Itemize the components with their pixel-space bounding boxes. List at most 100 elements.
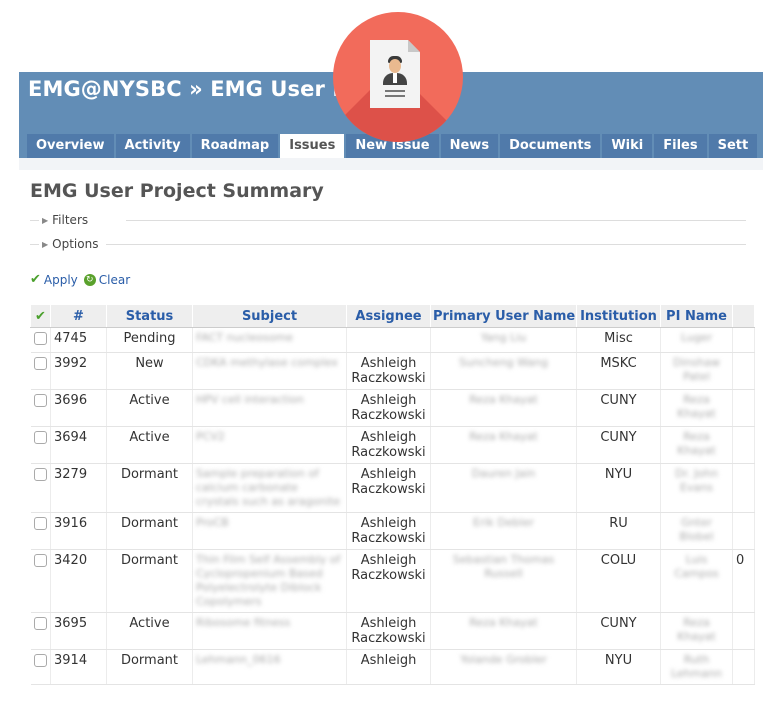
issue-status: Active [106, 426, 193, 464]
table-row[interactable]: 3916 Dormant ProCB Ashleigh Raczkowski Erik … [30, 512, 755, 550]
issue-assignee[interactable]: Ashleigh Raczkowski [346, 612, 431, 650]
user-text: Reza Khayat [469, 430, 538, 443]
issue-subject[interactable]: HPV cell interaction [192, 389, 347, 427]
subject-text[interactable]: FACT nucleosome [196, 331, 343, 345]
checkbox[interactable] [33, 332, 47, 345]
column-header[interactable]: Institution [576, 304, 661, 328]
subject-text[interactable]: PCV2 [196, 430, 343, 444]
issue-id[interactable]: 3916 [50, 512, 107, 550]
subject-text[interactable]: Lehmann_0616 [196, 653, 343, 667]
row-checkbox[interactable] [30, 612, 51, 650]
table-row[interactable]: 4745 Pending FACT nucleosome Yang Liu Misc Lu… [30, 327, 755, 353]
issue-status: Active [106, 389, 193, 427]
issue-id[interactable]: 3696 [50, 389, 107, 427]
tab-wiki[interactable]: Wiki [602, 134, 653, 158]
checkbox[interactable] [33, 468, 47, 481]
tab-files[interactable]: Files [654, 134, 707, 158]
subject-text[interactable]: HPV cell interaction [196, 393, 343, 407]
issue-assignee[interactable]: Ashleigh Raczkowski [346, 512, 431, 550]
issue-id[interactable]: 3914 [50, 649, 107, 685]
issue-status: Dormant [106, 463, 193, 513]
checkbox[interactable] [33, 357, 47, 370]
filters-fieldset: ▶ Filters [30, 213, 746, 227]
clear-button[interactable]: ↻ Clear [83, 273, 130, 287]
issue-subject[interactable]: Ribosome fitness [192, 612, 347, 650]
row-checkbox[interactable] [30, 649, 51, 685]
table-row[interactable]: 3694 Active PCV2 Ashleigh Raczkowski Reza Kh… [30, 426, 755, 464]
pi-text: Luis Campos [674, 553, 719, 580]
institution: RU [576, 512, 661, 550]
subject-text[interactable]: Sample preparation of calcium carbonate … [196, 467, 343, 509]
subject-text[interactable]: Ribosome fitness [196, 616, 343, 630]
issue-id[interactable]: 3420 [50, 549, 107, 613]
checkmark-icon: ✔ [30, 272, 41, 287]
column-header[interactable]: Subject [192, 304, 347, 328]
column-header[interactable]: Primary User Name [430, 304, 577, 328]
row-checkbox[interactable] [30, 463, 51, 513]
pi-text: Reza Khayat [677, 393, 716, 420]
subject-text[interactable]: ProCB [196, 516, 343, 530]
table-row[interactable]: 3992 New CDKA methylase complex Ashleigh Ra… [30, 352, 755, 390]
issue-assignee[interactable] [346, 327, 431, 353]
checkbox[interactable] [33, 431, 47, 444]
issue-subject[interactable]: PCV2 [192, 426, 347, 464]
user-text: Reza Khayat [469, 616, 538, 629]
row-checkbox[interactable] [30, 549, 51, 613]
column-header[interactable]: Status [106, 304, 193, 328]
issue-subject[interactable]: Sample preparation of calcium carbonate … [192, 463, 347, 513]
table-row[interactable]: 3279 Dormant Sample preparation of calcium… [30, 463, 755, 513]
issue-id[interactable]: 3279 [50, 463, 107, 513]
checkbox[interactable] [33, 654, 47, 667]
table-row[interactable]: 3914 Dormant Lehmann_0616 Ashleigh Yolande G… [30, 649, 755, 685]
table-row[interactable]: 3695 Active Ribosome fitness Ashleigh Raczk… [30, 612, 755, 650]
issue-subject[interactable]: FACT nucleosome [192, 327, 347, 353]
user-text: Sebastian Thomas Russell [452, 553, 555, 580]
issue-assignee[interactable]: Ashleigh Raczkowski [346, 352, 431, 390]
subject-text[interactable]: Thin Film Self Assembly of Cyclopropeniu… [196, 553, 343, 609]
row-checkbox[interactable] [30, 352, 51, 390]
issue-subject[interactable]: Thin Film Self Assembly of Cyclopropeniu… [192, 549, 347, 613]
row-checkbox[interactable] [30, 327, 51, 353]
issue-assignee[interactable]: Ashleigh Raczkowski [346, 463, 431, 513]
tab-sett[interactable]: Sett [708, 134, 758, 158]
options-toggle[interactable]: ▶ Options [42, 237, 105, 251]
tab-documents[interactable]: Documents [500, 134, 601, 158]
tab-activity[interactable]: Activity [115, 134, 190, 158]
checkbox[interactable] [33, 394, 47, 407]
issue-subject[interactable]: CDKA methylase complex [192, 352, 347, 390]
filters-toggle[interactable]: ▶ Filters [42, 213, 95, 227]
tab-overview[interactable]: Overview [27, 134, 114, 158]
user-text: Suncheng Wang [458, 356, 549, 369]
issue-assignee[interactable]: Ashleigh [346, 649, 431, 685]
subject-text[interactable]: CDKA methylase complex [196, 356, 343, 370]
issue-assignee[interactable]: Ashleigh Raczkowski [346, 426, 431, 464]
issue-assignee[interactable]: Ashleigh Raczkowski [346, 389, 431, 427]
checkbox[interactable] [33, 554, 47, 567]
issue-status: Pending [106, 327, 193, 353]
issue-id[interactable]: 3992 [50, 352, 107, 390]
issue-id[interactable]: 3694 [50, 426, 107, 464]
issue-assignee[interactable]: Ashleigh Raczkowski [346, 549, 431, 613]
toggle-all-checkbox[interactable]: ✔ [30, 304, 51, 328]
table-row[interactable]: 3420 Dormant Thin Film Self Assembly of Cy… [30, 549, 755, 613]
checkbox[interactable] [33, 517, 47, 530]
column-header[interactable]: # [50, 304, 107, 328]
row-checkbox[interactable] [30, 389, 51, 427]
issue-id[interactable]: 3695 [50, 612, 107, 650]
checkbox[interactable] [33, 617, 47, 630]
institution: Misc [576, 327, 661, 353]
column-header[interactable]: PI Name [660, 304, 733, 328]
tab-roadmap[interactable]: Roadmap [191, 134, 279, 158]
issue-subject[interactable]: Lehmann_0616 [192, 649, 347, 685]
issue-subject[interactable]: ProCB [192, 512, 347, 550]
row-checkbox[interactable] [30, 512, 51, 550]
column-header-extra [732, 304, 755, 328]
issue-id[interactable]: 4745 [50, 327, 107, 353]
institution: MSKC [576, 352, 661, 390]
row-checkbox[interactable] [30, 426, 51, 464]
primary-user-name: Reza Khayat [430, 612, 577, 650]
column-header[interactable]: Assignee [346, 304, 431, 328]
table-row[interactable]: 3696 Active HPV cell interaction Ashleigh R… [30, 389, 755, 427]
apply-button[interactable]: ✔ Apply [30, 272, 78, 287]
institution: CUNY [576, 389, 661, 427]
